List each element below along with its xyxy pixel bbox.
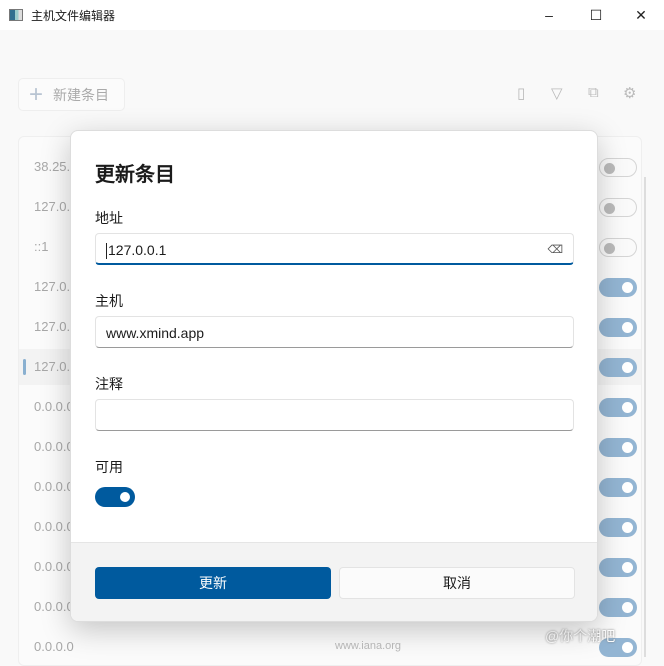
new-entry-button[interactable]: + 新建条目 (18, 78, 125, 111)
plus-icon: + (29, 80, 44, 108)
minimize-button[interactable]: – (526, 0, 572, 30)
entry-enabled-toggle[interactable] (599, 198, 637, 217)
entry-enabled-toggle[interactable] (599, 598, 637, 617)
settings-gear-icon[interactable]: ⚙ (623, 84, 636, 102)
entry-address: 0.0.0.0 (34, 479, 74, 494)
scrollbar[interactable] (644, 177, 646, 657)
app-icon (9, 9, 23, 21)
entry-enabled-toggle[interactable] (599, 518, 637, 537)
entry-enabled-toggle[interactable] (599, 278, 637, 297)
dialog-title: 更新条目 (95, 164, 175, 186)
update-entry-dialog: 更新条目 地址 127.0.0.1 ⌫ 主机 www.xmind.app 注释 … (70, 130, 598, 622)
address-label: 地址 (95, 210, 123, 226)
entry-address: 0.0.0.0 (34, 599, 74, 614)
entry-address: 0.0.0.0 (34, 399, 74, 414)
host-label: 主机 (95, 293, 123, 309)
window-title: 主机文件编辑器 (31, 8, 116, 23)
export-icon[interactable]: ⧉ (588, 84, 599, 101)
host-input[interactable]: www.xmind.app (95, 316, 574, 348)
address-input[interactable]: 127.0.0.1 ⌫ (95, 233, 574, 265)
watermark: @你个潮吧 (545, 628, 616, 644)
enabled-toggle[interactable] (95, 487, 135, 507)
list-footer-link[interactable]: www.iana.org (335, 640, 401, 652)
new-entry-label: 新建条目 (53, 86, 110, 103)
entry-address: 127.0. (34, 359, 71, 374)
update-button[interactable]: 更新 (95, 567, 331, 599)
entry-enabled-toggle[interactable] (599, 238, 637, 257)
entry-enabled-toggle[interactable] (599, 358, 637, 377)
entry-enabled-toggle[interactable] (599, 438, 637, 457)
entry-address: 0.0.0.0 (34, 439, 74, 454)
entry-enabled-toggle[interactable] (599, 318, 637, 337)
entry-enabled-toggle[interactable] (599, 478, 637, 497)
entry-address: 127.0. (34, 319, 71, 334)
clear-icon[interactable]: ⌫ (547, 243, 563, 256)
filter-icon[interactable]: ▽ (551, 84, 563, 102)
title-bar: 主机文件编辑器 – ☐ ✕ (0, 0, 664, 30)
comment-input[interactable] (95, 399, 574, 431)
text-caret (106, 243, 107, 260)
selection-indicator (23, 359, 26, 375)
enabled-label: 可用 (95, 459, 123, 475)
entry-address: 127.0. (34, 279, 71, 294)
entry-enabled-toggle[interactable] (599, 158, 637, 177)
entry-address: 127.0. (34, 199, 71, 214)
entry-address: 0.0.0.0 (34, 639, 74, 654)
entry-address: ::1 (34, 239, 49, 254)
host-value: www.xmind.app (106, 325, 205, 341)
document-icon[interactable]: ▯ (517, 84, 525, 102)
address-value: 127.0.0.1 (108, 242, 167, 258)
comment-label: 注释 (95, 376, 123, 392)
maximize-button[interactable]: ☐ (573, 0, 619, 30)
close-button[interactable]: ✕ (618, 0, 664, 30)
entry-address: 0.0.0.0 (34, 519, 74, 534)
cancel-button[interactable]: 取消 (339, 567, 575, 599)
entry-enabled-toggle[interactable] (599, 558, 637, 577)
entry-address: 0.0.0.0 (34, 559, 74, 574)
dialog-footer: 更新 取消 (71, 542, 597, 621)
entry-address: 38.25. (34, 159, 71, 174)
entry-enabled-toggle[interactable] (599, 398, 637, 417)
